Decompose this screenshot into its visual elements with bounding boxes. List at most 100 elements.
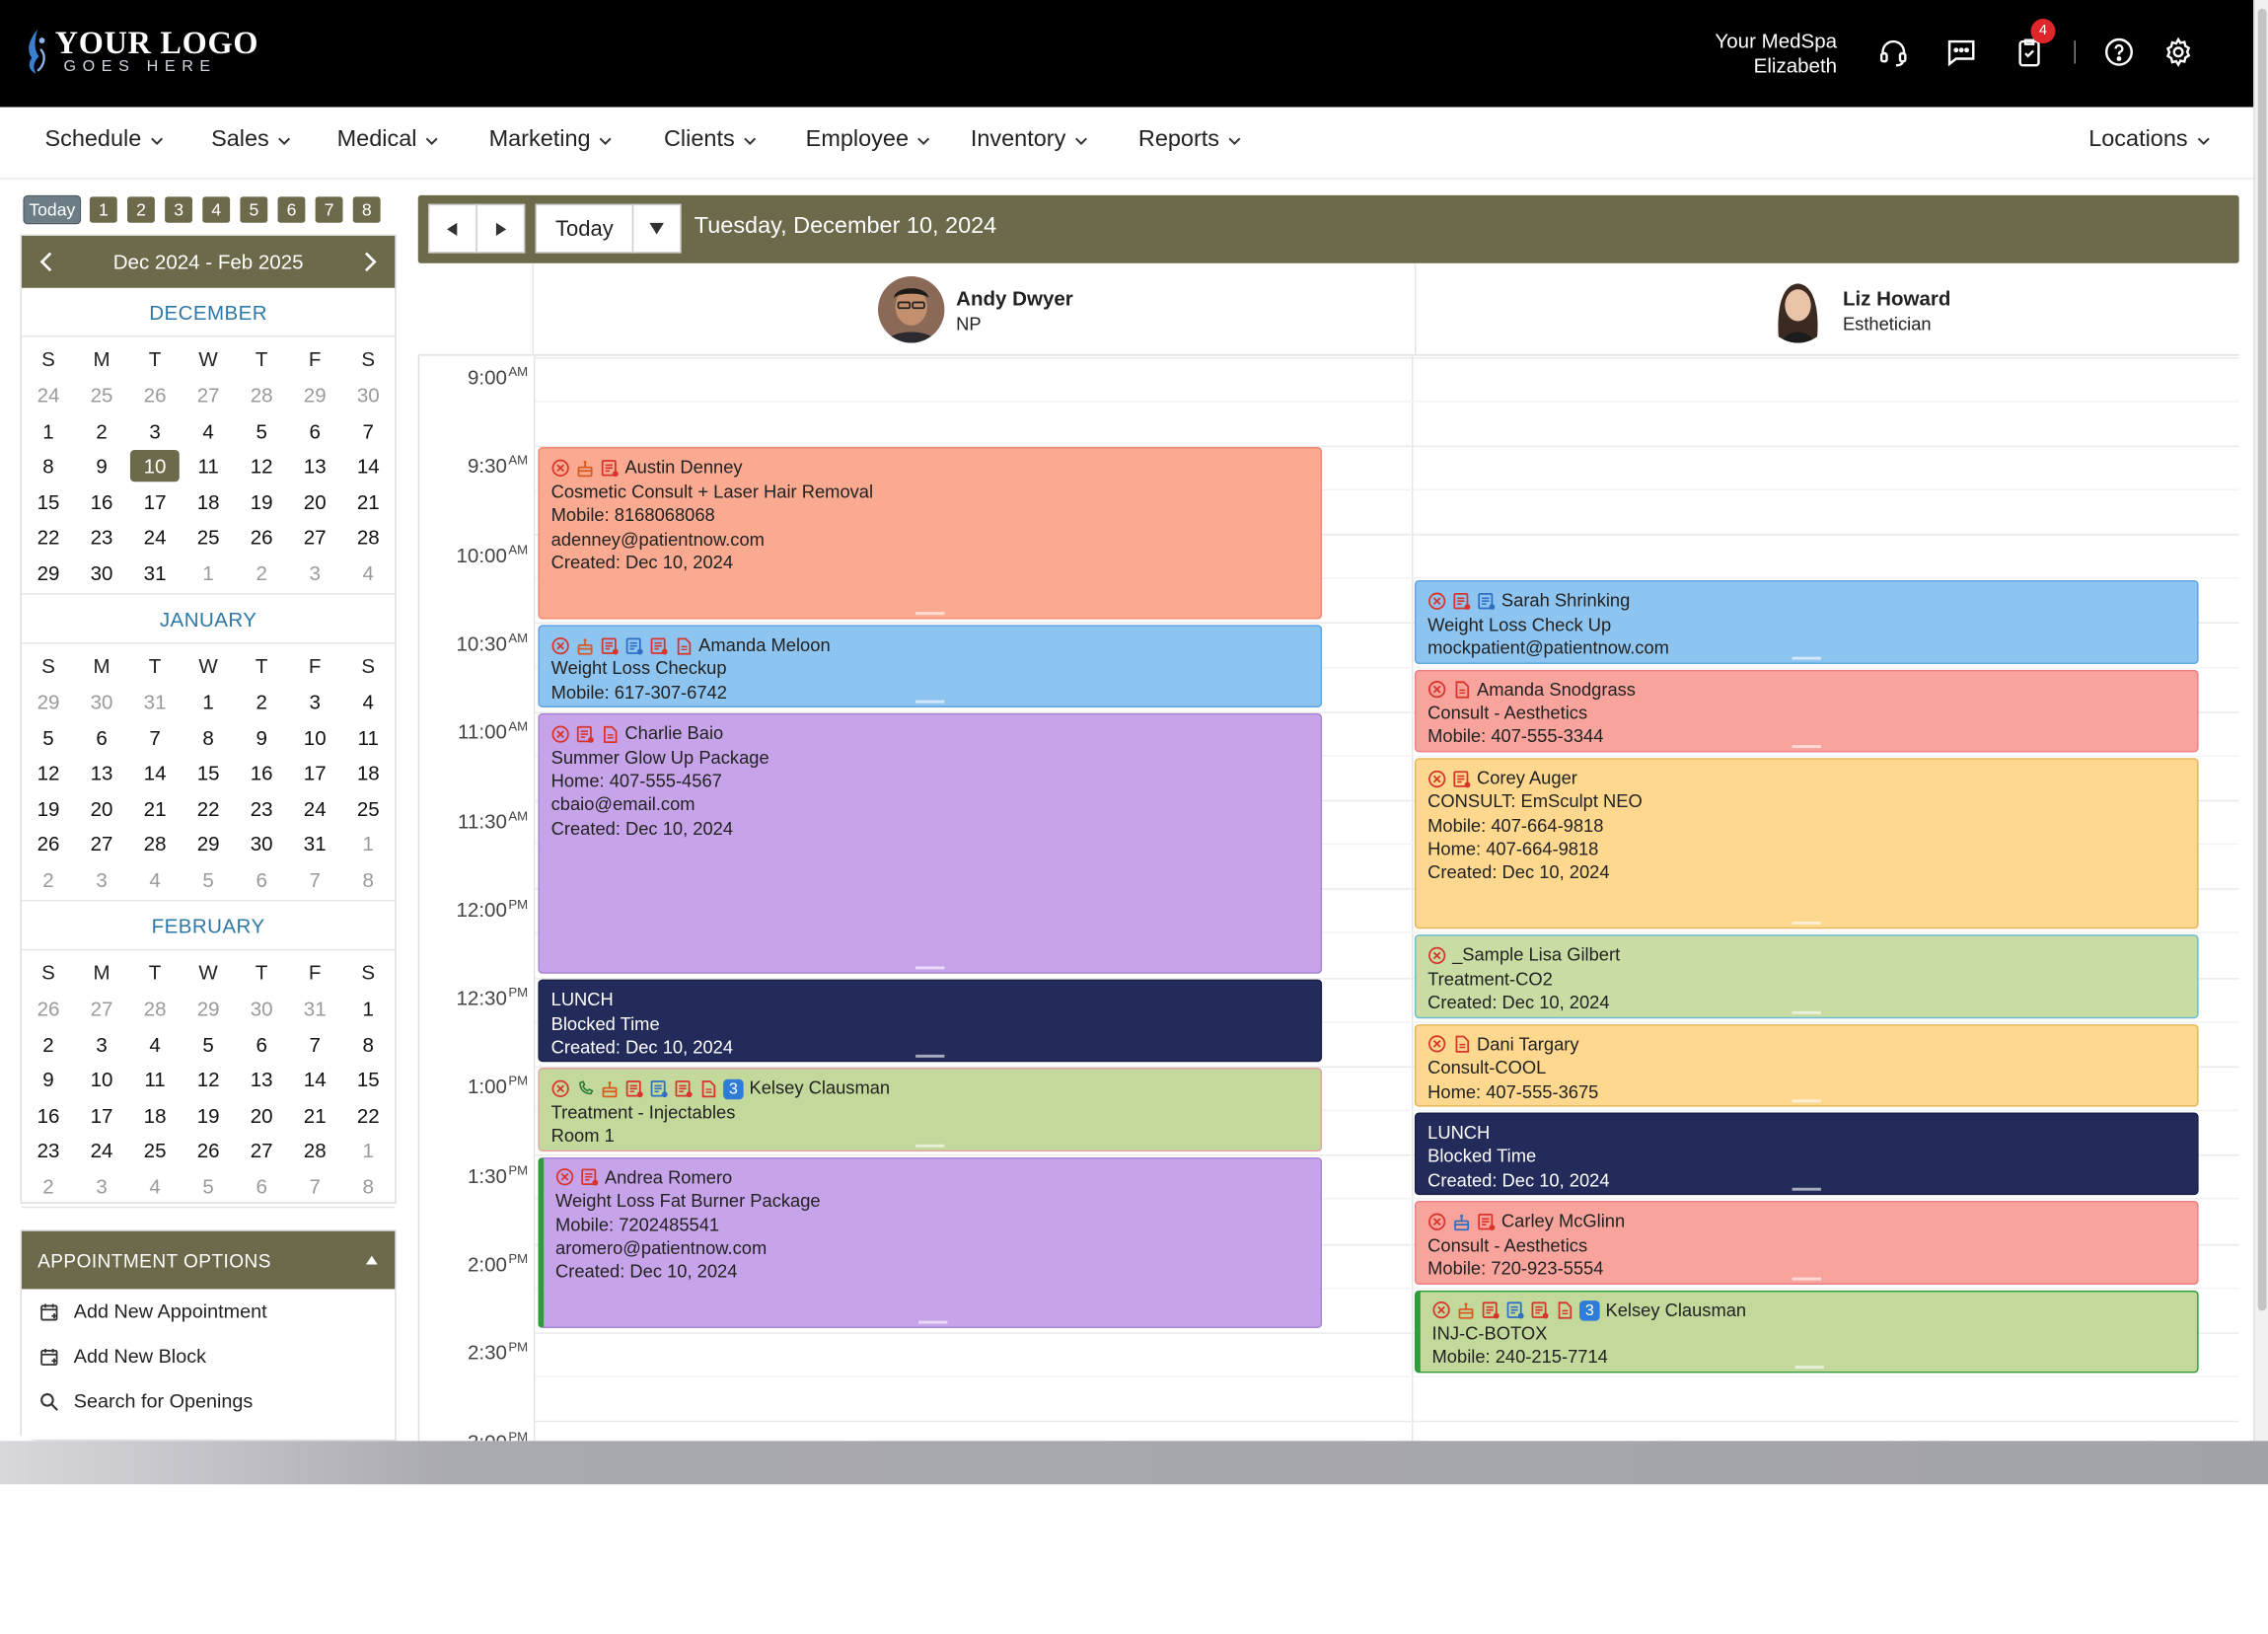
calendar-day[interactable]: 15 xyxy=(341,1062,395,1097)
calendar-day[interactable]: 20 xyxy=(75,790,128,826)
resize-handle[interactable] xyxy=(1792,1277,1821,1281)
calendar-day[interactable]: 31 xyxy=(288,826,341,861)
resize-handle[interactable] xyxy=(917,1321,947,1324)
calendar-day[interactable]: 12 xyxy=(235,449,288,484)
calendar-day[interactable]: 27 xyxy=(75,991,128,1026)
appointment-card[interactable]: 3 Kelsey Clausman INJ-C-BOTOX Mobile: 240-2… xyxy=(1414,1290,2199,1374)
calendar-day[interactable]: 8 xyxy=(341,1168,395,1204)
calendar-day[interactable]: 23 xyxy=(22,1133,75,1168)
chevron-right-icon[interactable] xyxy=(357,251,380,273)
calendar-day[interactable]: 3 xyxy=(128,413,182,449)
calendar-day[interactable]: 24 xyxy=(22,378,75,413)
calendar-day[interactable]: 6 xyxy=(235,1026,288,1062)
calendar-day[interactable]: 5 xyxy=(182,1168,235,1204)
calendar-day[interactable]: 17 xyxy=(288,755,341,790)
calendar-day[interactable]: 30 xyxy=(235,826,288,861)
page-scrollbar[interactable] xyxy=(2253,0,2268,1442)
calendar-day[interactable]: 27 xyxy=(235,1133,288,1168)
calendar-day[interactable]: 18 xyxy=(128,1097,182,1133)
appointment-card[interactable]: Sarah Shrinking Weight Loss Check Up mockp… xyxy=(1414,580,2199,664)
appointment-options-header[interactable]: APPOINTMENT OPTIONS xyxy=(21,1230,396,1290)
document-icon[interactable] xyxy=(600,724,619,743)
resize-handle[interactable] xyxy=(1792,1099,1821,1103)
calendar-day[interactable]: 5 xyxy=(182,1026,235,1062)
calendar-day[interactable]: 4 xyxy=(128,861,182,897)
user-block[interactable]: Your MedSpa Elizabeth xyxy=(1715,29,1837,78)
calendar-day[interactable]: 26 xyxy=(22,991,75,1026)
calendar-day[interactable]: 2 xyxy=(22,1168,75,1204)
calendar-day[interactable]: 27 xyxy=(182,378,235,413)
calendar-day[interactable]: 18 xyxy=(182,483,235,519)
calendar-day[interactable]: 14 xyxy=(341,449,395,484)
calendar-day[interactable]: 27 xyxy=(288,519,341,555)
resize-handle[interactable] xyxy=(1793,1366,1824,1369)
calendar-day[interactable]: 19 xyxy=(235,483,288,519)
form-icon[interactable] xyxy=(1452,592,1471,611)
calendar-day[interactable]: 22 xyxy=(22,519,75,555)
cancel-icon[interactable] xyxy=(551,459,570,478)
calendar-day[interactable]: 29 xyxy=(182,826,235,861)
resize-handle[interactable] xyxy=(915,700,945,704)
resize-handle[interactable] xyxy=(915,612,945,615)
calendar-day[interactable]: 28 xyxy=(235,378,288,413)
calendar-day[interactable]: 20 xyxy=(288,483,341,519)
calendar-day[interactable]: 16 xyxy=(75,483,128,519)
calendar-day[interactable]: 30 xyxy=(75,555,128,590)
calendar-day[interactable]: 23 xyxy=(75,519,128,555)
document-icon[interactable] xyxy=(1452,680,1471,699)
cancel-icon[interactable] xyxy=(1432,1301,1451,1320)
calendar-day[interactable]: 12 xyxy=(182,1062,235,1097)
calendar-day[interactable]: 7 xyxy=(341,413,395,449)
gear-icon[interactable] xyxy=(2159,34,2197,71)
add-new-appointment-link[interactable]: Add New Appointment xyxy=(22,1289,395,1333)
calendar-day[interactable]: 22 xyxy=(182,790,235,826)
chat-icon[interactable] xyxy=(1942,34,1980,71)
jump-day-button[interactable]: 3 xyxy=(165,196,193,223)
prev-day-button[interactable] xyxy=(427,203,477,254)
appointment-card[interactable]: Charlie Baio Summer Glow Up Package Home: … xyxy=(538,713,1323,974)
provider-andy[interactable]: Andy Dwyer NP xyxy=(877,263,1073,356)
cake-blue-icon[interactable] xyxy=(1452,1213,1471,1231)
tasks-icon[interactable]: 4 xyxy=(2011,19,2056,71)
cake-icon[interactable] xyxy=(576,636,595,655)
calendar-day[interactable]: 27 xyxy=(75,826,128,861)
calendar-day[interactable]: 19 xyxy=(22,790,75,826)
form-icon[interactable] xyxy=(1530,1301,1549,1320)
calendar-day[interactable]: 9 xyxy=(22,1062,75,1097)
nav-medical[interactable]: Medical xyxy=(337,127,439,153)
blocked-time-block[interactable]: LUNCH Blocked Time Created: Dec 10, 2024 xyxy=(1414,1112,2199,1196)
calendar-day[interactable]: 3 xyxy=(75,861,128,897)
calendar-day[interactable]: 29 xyxy=(288,378,341,413)
resize-handle[interactable] xyxy=(915,1055,945,1059)
form-icon[interactable] xyxy=(1452,769,1471,787)
logo[interactable]: YOUR LOGO GOES HERE xyxy=(23,26,258,75)
calendar-day[interactable]: 3 xyxy=(288,555,341,590)
resize-handle[interactable] xyxy=(1792,655,1821,659)
form-icon[interactable] xyxy=(624,1079,643,1098)
calendar-day[interactable]: 4 xyxy=(182,413,235,449)
calendar-day[interactable]: 30 xyxy=(341,378,395,413)
resize-handle[interactable] xyxy=(915,966,945,970)
calendar-day[interactable]: 15 xyxy=(182,755,235,790)
calendar-day[interactable]: 4 xyxy=(341,685,395,720)
calendar-day[interactable]: 6 xyxy=(235,861,288,897)
calendar-day[interactable]: 25 xyxy=(341,790,395,826)
today-button[interactable]: Today xyxy=(535,203,634,254)
calendar-day[interactable]: 16 xyxy=(235,755,288,790)
form-icon[interactable] xyxy=(649,636,668,655)
form-icon[interactable] xyxy=(576,724,595,743)
calendar-day[interactable]: 11 xyxy=(182,449,235,484)
nav-sales[interactable]: Sales xyxy=(211,127,291,153)
calendar-day[interactable]: 3 xyxy=(75,1168,128,1204)
calendar-day[interactable]: 3 xyxy=(288,685,341,720)
provider-liz[interactable]: Liz Howard Esthetician xyxy=(1764,263,1950,356)
calendar-day[interactable]: 4 xyxy=(341,555,395,590)
nav-schedule[interactable]: Schedule xyxy=(44,127,163,153)
calendar-day[interactable]: 2 xyxy=(235,685,288,720)
cancel-icon[interactable] xyxy=(1427,769,1446,787)
document-icon[interactable] xyxy=(1452,1035,1471,1054)
calendar-day[interactable]: 20 xyxy=(235,1097,288,1133)
calendar-day[interactable]: 1 xyxy=(182,555,235,590)
calendar-day[interactable]: 7 xyxy=(288,1168,341,1204)
appointment-card[interactable]: _Sample Lisa Gilbert Treatment-CO2 Created… xyxy=(1414,934,2199,1018)
